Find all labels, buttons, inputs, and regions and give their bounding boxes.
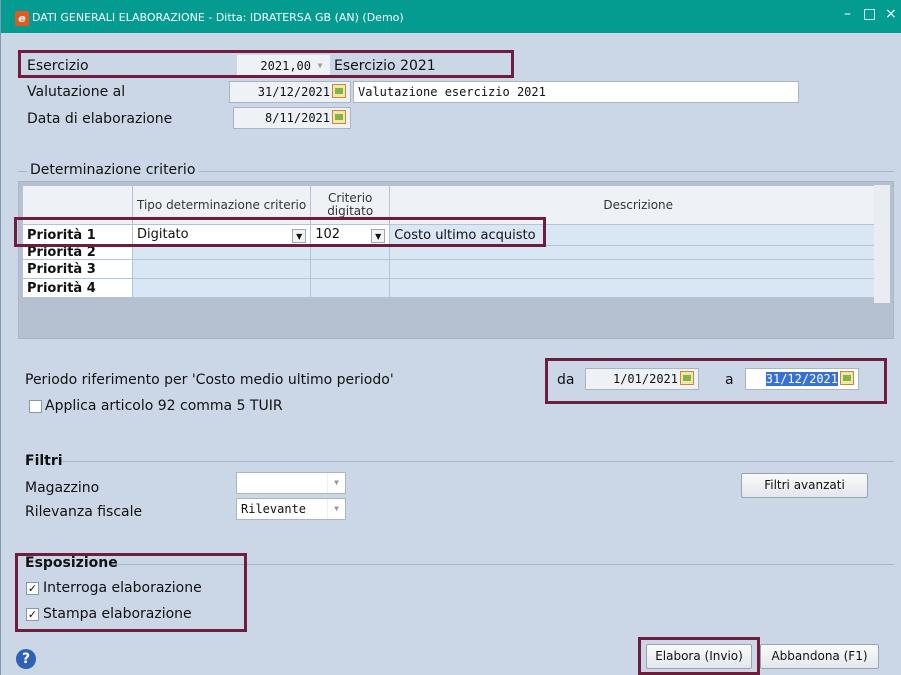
- criterio-cell[interactable]: [310, 278, 391, 298]
- elabora-button[interactable]: Elabora (Invio): [646, 644, 752, 669]
- valutazione-label: Valutazione al: [27, 84, 126, 100]
- valutazione-description-field[interactable]: Valutazione esercizio 2021: [353, 81, 799, 103]
- row-label: Priorità 1: [22, 224, 133, 246]
- chevron-down-icon[interactable]: ▼: [292, 229, 307, 243]
- row-label: Priorità 3: [22, 259, 133, 279]
- tipo-select[interactable]: Digitato ▼: [131, 224, 312, 246]
- filtri-avanzati-button[interactable]: Filtri avanzati: [741, 473, 868, 498]
- magazzino-select[interactable]: ▼: [236, 472, 346, 494]
- table-row[interactable]: Priorità 2: [22, 245, 888, 260]
- table-row[interactable]: Priorità 1 Digitato ▼ 102 ▼ Costo ultimo…: [22, 224, 888, 246]
- criterio-select[interactable]: 102 ▼: [310, 224, 391, 246]
- data-elaborazione-value: 8/11/2021: [264, 111, 330, 125]
- tipo-value: Digitato: [137, 227, 189, 242]
- grid-header-tipo: Tipo determinazione criterio: [131, 185, 312, 225]
- grid-scrollbar[interactable]: [874, 185, 890, 303]
- magazzino-label: Magazzino: [25, 480, 100, 496]
- grid-header-criterio: Criterio digitato: [310, 185, 391, 225]
- criterio-cell[interactable]: [310, 259, 391, 279]
- calendar-icon[interactable]: [332, 110, 346, 124]
- esercizio-description: Esercizio 2021: [334, 58, 436, 74]
- esercizio-value: 2021,00: [260, 59, 311, 73]
- tipo-cell[interactable]: [131, 245, 312, 260]
- criterio-cell[interactable]: [310, 245, 391, 260]
- title-bar[interactable]: e DATI GENERALI ELABORAZIONE - Ditta: ID…: [1, 0, 901, 33]
- esposizione-group-label: Esposizione: [25, 555, 118, 571]
- window-title: DATI GENERALI ELABORAZIONE - Ditta: IDRA…: [32, 11, 404, 24]
- criterio-grid: Tipo determinazione criterio Criterio di…: [18, 181, 894, 339]
- calendar-icon[interactable]: [840, 371, 854, 385]
- valutazione-date-value: 31/12/2021: [257, 85, 330, 99]
- descrizione-cell: [389, 278, 888, 298]
- criterio-group-label: Determinazione criterio: [27, 162, 199, 178]
- close-icon[interactable]: ×: [885, 6, 897, 22]
- art92-checkbox[interactable]: [29, 400, 42, 413]
- help-icon[interactable]: ?: [16, 649, 36, 669]
- row-label: Priorità 2: [22, 245, 133, 260]
- dialog-window: e DATI GENERALI ELABORAZIONE - Ditta: ID…: [0, 0, 901, 675]
- minimize-icon[interactable]: –: [844, 6, 851, 22]
- calendar-icon[interactable]: [332, 84, 346, 98]
- maximize-icon[interactable]: □: [863, 6, 876, 22]
- chevron-down-icon[interactable]: ▼: [311, 56, 329, 76]
- criterio-table: Tipo determinazione criterio Criterio di…: [22, 185, 888, 298]
- chevron-down-icon[interactable]: ▼: [327, 473, 345, 493]
- interroga-checkbox[interactable]: ✓: [26, 582, 39, 595]
- esercizio-label: Esercizio: [27, 58, 89, 74]
- da-date-value: 1/01/2021: [612, 372, 678, 386]
- da-label: da: [557, 372, 575, 388]
- group-divider: [111, 564, 894, 565]
- esercizio-field[interactable]: 2021,00 ▼: [237, 55, 330, 77]
- descrizione-cell: [389, 245, 888, 260]
- art92-label: Applica articolo 92 comma 5 TUIR: [45, 398, 283, 414]
- rilevanza-label: Rilevanza fiscale: [25, 504, 143, 520]
- grid-header-corner: [22, 185, 133, 225]
- valutazione-description-value: Valutazione esercizio 2021: [358, 85, 546, 99]
- app-logo-icon: e: [15, 11, 29, 26]
- a-date-value: 31/12/2021: [765, 372, 838, 386]
- rilevanza-select[interactable]: Rilevante ▼: [236, 498, 346, 520]
- group-divider: [61, 461, 894, 462]
- filtri-group-label: Filtri: [25, 453, 63, 469]
- table-row[interactable]: Priorità 4: [22, 278, 888, 298]
- criterio-value: 102: [315, 227, 341, 242]
- row-label: Priorità 4: [22, 278, 133, 298]
- chevron-down-icon[interactable]: ▼: [327, 499, 345, 519]
- calendar-icon[interactable]: [680, 371, 694, 385]
- abbandona-button[interactable]: Abbandona (F1): [760, 644, 879, 669]
- tipo-cell[interactable]: [131, 259, 312, 279]
- interroga-label: Interroga elaborazione: [43, 580, 202, 596]
- chevron-down-icon[interactable]: ▼: [371, 229, 386, 243]
- tipo-cell[interactable]: [131, 278, 312, 298]
- descrizione-cell: Costo ultimo acquisto: [389, 224, 888, 246]
- descrizione-cell: [389, 259, 888, 279]
- table-row[interactable]: Priorità 3: [22, 259, 888, 279]
- a-label: a: [725, 372, 734, 388]
- stampa-label: Stampa elaborazione: [43, 606, 192, 622]
- grid-header-descrizione: Descrizione: [389, 185, 888, 225]
- data-elaborazione-label: Data di elaborazione: [27, 111, 173, 127]
- periodo-label: Periodo riferimento per 'Costo medio ult…: [25, 372, 394, 388]
- rilevanza-value: Rilevante: [241, 502, 307, 516]
- stampa-checkbox[interactable]: ✓: [26, 608, 39, 621]
